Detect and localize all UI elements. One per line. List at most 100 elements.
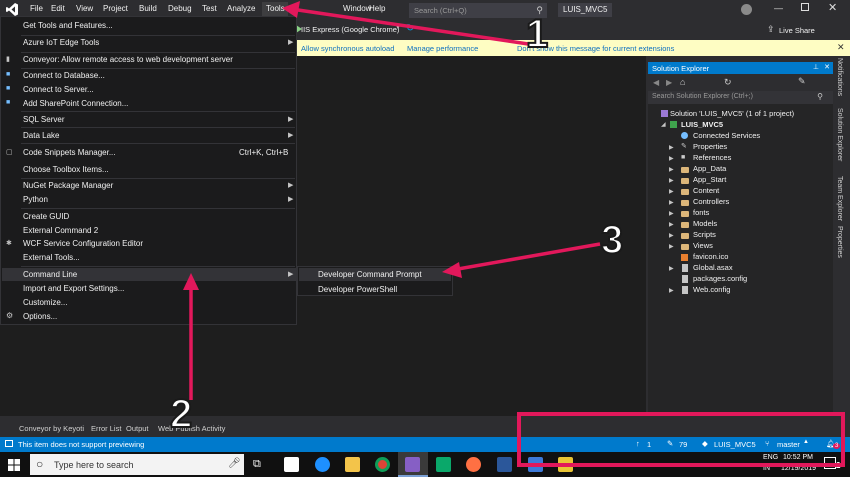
chrome-icon[interactable] [375,457,390,472]
menu-view[interactable]: View [76,4,93,13]
tab-output[interactable]: Output [126,424,149,433]
menu-item-command-line[interactable]: Command Line [23,270,77,279]
tree-item[interactable]: Controllers [693,197,729,206]
menu-edit[interactable]: Edit [51,4,65,13]
maximize-button[interactable] [801,3,809,11]
visual-studio-icon[interactable] [405,457,420,472]
chevron-down-icon[interactable]: ▼ [395,25,401,31]
tree-item[interactable]: Properties [693,142,727,151]
menu-item-azure-iot[interactable]: Azure IoT Edge Tools [23,38,99,47]
tree-item[interactable]: References [693,153,731,162]
forward-icon[interactable]: ▶ [666,78,672,87]
menu-item-options[interactable]: Options... [23,312,57,321]
tab-notifications[interactable]: Notifications [836,58,843,96]
menu-item-toolbox-items[interactable]: Choose Toolbox Items... [23,165,109,174]
solution-node[interactable]: Solution 'LUIS_MVC5' (1 of 1 project) [670,109,794,118]
collapsed-icon[interactable]: ▶ [669,177,674,184]
vs-logo-icon[interactable] [6,3,18,16]
task-view-icon[interactable]: ⧉ [253,458,261,471]
close-button[interactable]: ✕ [828,1,837,14]
allow-autoload-link[interactable]: Allow synchronous autoload [301,44,394,53]
menu-file[interactable]: File [30,4,43,13]
menu-item-external-command[interactable]: External Command 2 [23,226,98,235]
menu-item-create-guid[interactable]: Create GUID [23,212,69,221]
tab-conveyor[interactable]: Conveyor by Keyoti [19,424,84,433]
menu-item-customize[interactable]: Customize... [23,298,67,307]
menu-item-conveyor[interactable]: Conveyor: Allow remote access to web dev… [23,55,233,64]
collapsed-icon[interactable]: ▶ [669,210,674,217]
tree-item[interactable]: Web.config [693,285,730,294]
explorer-icon[interactable] [345,457,360,472]
menu-item-get-tools[interactable]: Get Tools and Features... [23,21,113,30]
menu-item-code-snippets[interactable]: Code Snippets Manager... [23,148,116,157]
tree-item[interactable]: Global.asax [693,263,733,272]
word-icon[interactable] [497,457,512,472]
menu-help[interactable]: Help [369,4,385,13]
tree-item[interactable]: Views [693,241,713,250]
collapsed-icon[interactable]: ▶ [669,144,674,151]
back-icon[interactable]: ◀ [653,78,659,87]
tree-item[interactable]: Models [693,219,717,228]
tree-item[interactable]: App_Start [693,175,726,184]
mail-icon[interactable] [284,457,299,472]
menu-item-sql-server[interactable]: SQL Server [23,115,65,124]
menu-item-external-tools[interactable]: External Tools... [23,253,80,262]
collapsed-icon[interactable]: ▶ [669,166,674,173]
tree-item[interactable]: App_Data [693,164,726,173]
pen-app-icon[interactable] [466,457,481,472]
menu-debug[interactable]: Debug [168,4,192,13]
tab-team-explorer[interactable]: Team Explorer [836,176,843,221]
live-share-icon[interactable]: ⇪ [767,24,775,35]
submenu-item-dev-powershell[interactable]: Developer PowerShell [318,285,397,294]
menu-window[interactable]: Window [343,4,371,13]
minimize-button[interactable]: — [774,3,783,13]
collapsed-icon[interactable]: ▶ [669,265,674,272]
solution-explorer-title[interactable]: Solution Explorer ⊥ ✕ [648,62,833,74]
menu-test[interactable]: Test [202,4,217,13]
collapsed-icon[interactable]: ▶ [669,221,674,228]
tab-properties[interactable]: Properties [836,226,843,258]
collapsed-icon[interactable]: ▶ [669,243,674,250]
menu-item-wcf-editor[interactable]: WCF Service Configuration Editor [23,239,143,248]
tree-item[interactable]: favicon.ico [693,252,728,261]
tab-error-list[interactable]: Error List [91,424,121,433]
menu-item-import-export[interactable]: Import and Export Settings... [23,284,124,293]
edge-icon[interactable] [315,457,330,472]
tree-item[interactable]: Scripts [693,230,716,239]
home-icon[interactable]: ⌂ [680,77,685,87]
run-target-dropdown[interactable]: IIS Express (Google Chrome) [301,25,399,34]
sync-icon[interactable]: ↻ [724,77,732,88]
refresh-icon[interactable]: ↻ [406,23,414,34]
tab-solution-explorer[interactable]: Solution Explorer [836,108,843,161]
live-share-button[interactable]: Live Share [779,26,815,35]
manage-performance-link[interactable]: Manage performance [407,44,478,53]
avatar[interactable] [741,4,752,15]
menu-item-python[interactable]: Python [23,195,48,204]
menu-tools[interactable]: Tools [266,4,285,13]
wrench-icon[interactable]: ✎ [798,76,806,87]
tree-item[interactable]: Connected Services [693,131,760,140]
tree-item[interactable]: Content [693,186,719,195]
menu-item-nuget[interactable]: NuGet Package Manager [23,181,113,190]
windows-start-icon[interactable] [8,459,20,471]
menu-item-connect-server[interactable]: Connect to Server... [23,85,94,94]
collapsed-icon[interactable]: ▶ [669,155,674,162]
menu-item-data-lake[interactable]: Data Lake [23,131,59,140]
close-icon[interactable]: ✕ [837,42,845,53]
expanded-icon[interactable]: ◢ [661,121,666,128]
project-node[interactable]: LUIS_MVC5 [681,120,723,129]
collapsed-icon[interactable]: ▶ [669,232,674,239]
collapsed-icon[interactable]: ▶ [669,188,674,195]
menu-build[interactable]: Build [139,4,157,13]
taskbar-search-input[interactable]: ○ Type here to search 🎤︎ [30,454,244,475]
pin-icon[interactable]: ⊥ [813,63,819,71]
close-icon[interactable]: ✕ [824,63,830,71]
menu-item-connect-database[interactable]: Connect to Database... [23,71,105,80]
menu-analyze[interactable]: Analyze [227,4,255,13]
submenu-item-dev-command-prompt[interactable]: Developer Command Prompt [318,270,422,279]
app-icon[interactable] [436,457,451,472]
tree-item[interactable]: packages.config [693,274,747,283]
solution-search-input[interactable]: Search Solution Explorer (Ctrl+;) ⚲ [648,91,833,104]
collapsed-icon[interactable]: ▶ [669,199,674,206]
menu-project[interactable]: Project [103,4,128,13]
